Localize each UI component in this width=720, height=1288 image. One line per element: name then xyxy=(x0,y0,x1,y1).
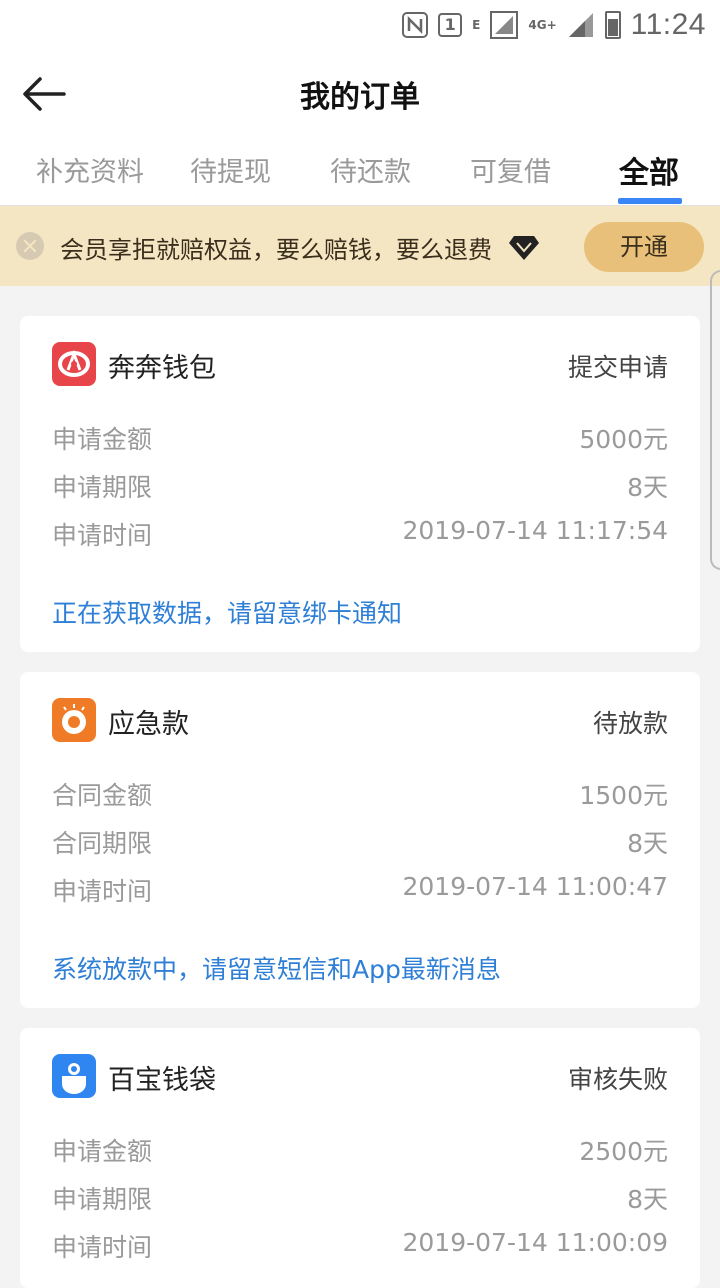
network-type-e: E xyxy=(472,18,481,32)
clock: 11:24 xyxy=(630,8,706,41)
row-label: 申请金额 xyxy=(52,1137,153,1166)
battery-icon xyxy=(604,11,621,39)
row-value: 2019-07-14 11:00:47 xyxy=(402,872,668,901)
row-label: 申请期限 xyxy=(52,1185,153,1214)
row-value: 2019-07-14 11:00:09 xyxy=(402,1228,668,1257)
order-tabs: 补充资料 待提现 待还款 可复借 全部 xyxy=(0,136,720,206)
row-value: 2019-07-14 11:17:54 xyxy=(402,516,668,545)
emergency-fund-logo-icon xyxy=(52,698,96,742)
membership-banner: 会员享拒就赔权益，要么赔钱，要么退费 开通 xyxy=(0,206,720,286)
row-value: 2500元 xyxy=(579,1137,668,1166)
status-bar: 1 E 4G+ 11:24 xyxy=(0,0,720,50)
order-card[interactable]: 奔奔钱包 提交申请 申请金额 5000元 申请期限 8天 申请时间 2019-0… xyxy=(20,316,700,652)
sim-indicator: 1 xyxy=(438,13,463,37)
signal-strength-icon xyxy=(567,11,595,39)
row-label: 申请期限 xyxy=(52,473,153,502)
active-tab-indicator xyxy=(618,198,682,204)
product-name: 百宝钱袋 xyxy=(108,1065,216,1096)
order-status: 提交申请 xyxy=(567,353,668,382)
row-label: 申请时间 xyxy=(52,521,153,550)
detail-row: 合同金额 1500元 xyxy=(52,776,668,810)
row-value: 1500元 xyxy=(579,781,668,810)
benben-wallet-logo-icon xyxy=(52,342,96,386)
baibao-wallet-logo-icon xyxy=(52,1054,96,1098)
diamond-icon xyxy=(509,236,539,260)
row-label: 申请时间 xyxy=(52,877,153,906)
product-name: 奔奔钱包 xyxy=(108,353,216,384)
order-status: 审核失败 xyxy=(567,1065,668,1094)
tab-pending-withdraw[interactable]: 待提现 xyxy=(190,150,271,189)
tab-supplement-info[interactable]: 补充资料 xyxy=(36,150,144,189)
banner-text: 会员享拒就赔权益，要么赔钱，要么退费 xyxy=(60,236,492,264)
close-icon[interactable] xyxy=(16,232,44,260)
row-label: 申请时间 xyxy=(52,1233,153,1262)
row-label: 合同期限 xyxy=(52,829,153,858)
tab-pending-repay[interactable]: 待还款 xyxy=(330,150,411,189)
order-note-link[interactable]: 正在获取数据，请留意绑卡通知 xyxy=(52,594,402,630)
detail-row: 申请金额 2500元 xyxy=(52,1132,668,1166)
detail-row: 申请时间 2019-07-14 11:17:54 xyxy=(52,516,668,550)
order-status: 待放款 xyxy=(592,709,668,738)
order-card[interactable]: 百宝钱袋 审核失败 申请金额 2500元 申请期限 8天 申请时间 2019-0… xyxy=(20,1028,700,1288)
signal-icon xyxy=(490,11,519,39)
row-value: 5000元 xyxy=(579,425,668,454)
row-label: 合同金额 xyxy=(52,781,153,810)
order-note-link[interactable]: 系统放款中，请留意短信和App最新消息 xyxy=(52,950,501,986)
app-header: 我的订单 xyxy=(0,50,720,136)
row-value: 8天 xyxy=(627,473,668,502)
open-membership-button[interactable]: 开通 xyxy=(584,222,704,272)
detail-row: 申请金额 5000元 xyxy=(52,420,668,454)
row-value: 8天 xyxy=(627,829,668,858)
page-title: 我的订单 xyxy=(300,80,420,115)
detail-row: 申请时间 2019-07-14 11:00:47 xyxy=(52,872,668,906)
detail-row: 申请期限 8天 xyxy=(52,1180,668,1214)
tab-all[interactable]: 全部 xyxy=(619,148,679,192)
tab-reborrow[interactable]: 可复借 xyxy=(470,150,551,189)
detail-row: 申请期限 8天 xyxy=(52,468,668,502)
network-type-4g: 4G+ xyxy=(528,18,557,32)
detail-row: 申请时间 2019-07-14 11:00:09 xyxy=(52,1228,668,1262)
nfc-icon xyxy=(402,12,429,38)
product-name: 应急款 xyxy=(108,709,189,740)
order-card[interactable]: 应急款 待放款 合同金额 1500元 合同期限 8天 申请时间 2019-07-… xyxy=(20,672,700,1008)
row-label: 申请金额 xyxy=(52,425,153,454)
detail-row: 合同期限 8天 xyxy=(52,824,668,858)
edge-panel-handle[interactable] xyxy=(710,270,720,570)
row-value: 8天 xyxy=(627,1185,668,1214)
